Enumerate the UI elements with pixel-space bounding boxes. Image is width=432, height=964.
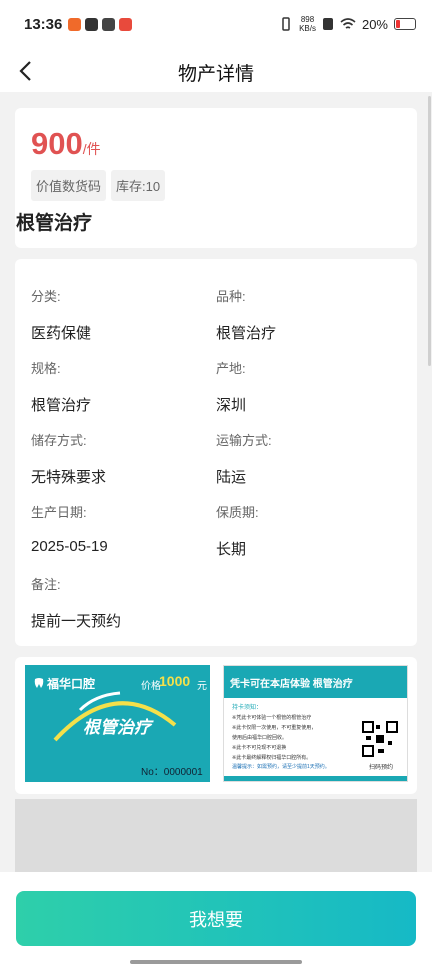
- details-card: 分类: 医药保健 品种: 根管治疗 规格: 根管治疗 产地: 深圳 储存方式: …: [15, 259, 417, 646]
- notification-icons: [68, 18, 132, 31]
- card-front-image[interactable]: 福华口腔 价格 1000 元 根管治疗 No：0000001: [25, 665, 210, 782]
- price-unit: /件: [82, 141, 101, 157]
- detail-label: 储存方式:: [31, 433, 87, 448]
- wifi-icon: [340, 18, 356, 29]
- detail-label: 生产日期:: [31, 505, 87, 520]
- status-bar: 13:36 898 KB/s 20%: [0, 0, 432, 50]
- card-back-image[interactable]: 凭卡可在本店体验 根管治疗 持卡须知： ※凭此卡可体验一个根管的根管治疗 ※此卡…: [223, 665, 408, 782]
- detail-category: 分类: 医药保健: [31, 286, 211, 343]
- home-indicator[interactable]: [130, 960, 302, 964]
- detail-value: 深圳: [216, 397, 247, 414]
- detail-value: 陆运: [216, 469, 247, 486]
- image-placeholder: [15, 799, 417, 879]
- status-time: 13:36: [24, 16, 63, 33]
- detail-variety: 品种: 根管治疗: [216, 286, 396, 343]
- detail-remark: 备注: 提前一天预约: [31, 574, 211, 631]
- detail-value: 长期: [216, 541, 247, 558]
- sim-icon: [322, 18, 333, 30]
- network-speed: 898 KB/s: [299, 15, 316, 33]
- detail-value: 根管治疗: [216, 325, 277, 342]
- detail-label: 产地:: [216, 361, 246, 376]
- card-back-footer-note: 温馨提示：如需预约，请至少提前1天预约。: [232, 764, 330, 770]
- product-price: 900/件: [31, 126, 101, 162]
- detail-label: 分类:: [31, 289, 61, 304]
- product-name: 根管治疗: [16, 213, 93, 234]
- detail-label: 保质期:: [216, 505, 259, 520]
- vibrate-icon: [282, 17, 290, 31]
- card-back-footer-bar: [224, 776, 407, 781]
- detail-production-date: 生产日期: 2025-05-19: [31, 502, 211, 555]
- stock-tag: 库存:10: [111, 170, 166, 201]
- status-right: 898 KB/s 20%: [279, 15, 416, 33]
- card-back-line: ※此卡最终解释权归福华口腔所有。: [232, 755, 312, 761]
- qr-caption: 扫码预约: [369, 765, 394, 771]
- notification-app-icon: [85, 18, 98, 31]
- card-back-line: ※此卡仅限一次使用，不可重复使用，: [232, 725, 317, 731]
- card-price-unit: 元: [197, 681, 207, 692]
- card-back-notes-title: 持卡须知：: [232, 705, 263, 711]
- detail-label: 规格:: [31, 361, 61, 376]
- card-back-line: ※此卡不可兑现不可退换: [232, 745, 287, 751]
- card-back-heading: 凭卡可在本店体验 根管治疗: [230, 679, 353, 690]
- detail-value: 无特殊要求: [31, 469, 107, 486]
- qr-code-icon: [362, 721, 398, 757]
- card-number: No：0000001: [141, 767, 203, 778]
- detail-value: 2025-05-19: [31, 538, 108, 555]
- notification-app-icon: [102, 18, 115, 31]
- card-front-title: 根管治疗: [83, 718, 151, 737]
- scrollbar[interactable]: [428, 96, 431, 366]
- card-back-notes: ※凭此卡可体验一个根管的根管治疗 ※此卡仅限一次使用，不可重复使用， 使用后由福…: [232, 713, 360, 763]
- page-title: 物产详情: [177, 64, 254, 85]
- detail-value: 根管治疗: [31, 397, 92, 414]
- detail-transport: 运输方式: 陆运: [216, 430, 396, 487]
- tooth-logo-icon: [34, 678, 44, 688]
- detail-storage: 储存方式: 无特殊要求: [31, 430, 211, 487]
- detail-value: 医药保健: [31, 325, 92, 342]
- product-tags: 价值数货码 库存:10: [31, 170, 166, 201]
- bottom-bar: 我想要: [0, 872, 432, 964]
- battery-percent: 20%: [361, 16, 388, 32]
- want-button[interactable]: 我想要: [16, 891, 416, 946]
- detail-value: 提前一天预约: [31, 613, 122, 630]
- detail-shelf-life: 保质期: 长期: [216, 502, 396, 559]
- notification-app-icon: [119, 18, 132, 31]
- card-price-value: 1000: [159, 673, 191, 689]
- detail-spec: 规格: 根管治疗: [31, 358, 211, 415]
- notification-app-icon: [68, 18, 81, 31]
- network-speed-value: 898: [300, 15, 315, 24]
- card-back-line: 使用后由福华口腔回收。: [232, 735, 288, 741]
- network-speed-unit: KB/s: [299, 24, 316, 33]
- detail-label: 备注:: [31, 577, 61, 592]
- card-price-label: 价格: [141, 681, 161, 692]
- battery-icon: [394, 18, 416, 30]
- product-tag: 价值数货码: [31, 170, 107, 201]
- detail-origin: 产地: 深圳: [216, 358, 396, 415]
- detail-label: 品种:: [216, 289, 246, 304]
- card-brand: 福华口腔: [47, 677, 96, 691]
- detail-label: 运输方式:: [216, 433, 272, 448]
- nav-bar: 物产详情: [0, 50, 432, 92]
- card-back-line: ※凭此卡可体验一个根管的根管治疗: [232, 715, 312, 721]
- price-value: 900: [31, 126, 83, 161]
- product-images: 福华口腔 价格 1000 元 根管治疗 No：0000001 凭卡可在本店体验 …: [15, 657, 417, 794]
